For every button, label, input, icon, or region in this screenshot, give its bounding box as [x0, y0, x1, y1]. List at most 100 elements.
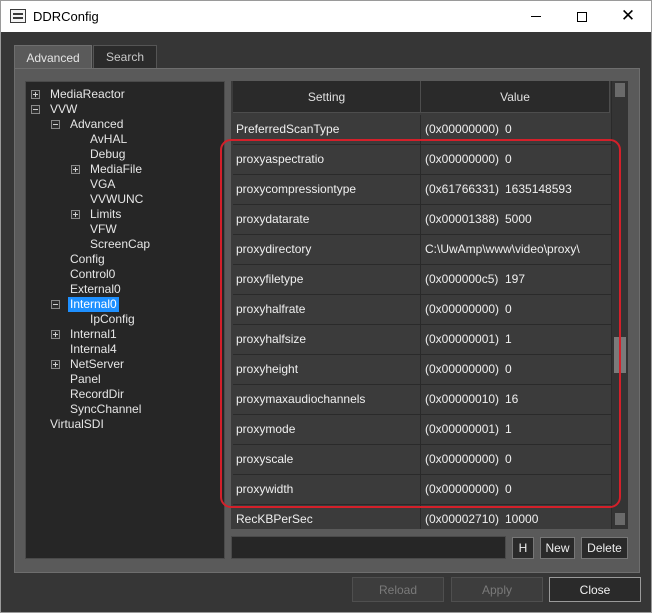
setting-value-cell[interactable]: (0x00000010) 16	[422, 385, 611, 414]
table-row[interactable]: proxycompressiontype (0x61766331) 16351485…	[233, 175, 611, 205]
table-row[interactable]: proxydatarate (0x00001388) 5000	[233, 205, 611, 235]
decimal-value: 1635148593	[505, 182, 572, 196]
setting-value-cell[interactable]: (0x61766331) 1635148593	[422, 175, 611, 204]
table-row[interactable]: proxyscale (0x00000000) 0	[233, 445, 611, 475]
setting-name-cell[interactable]: proxyhalfsize	[233, 325, 421, 354]
table-row[interactable]: RecKBPerSec (0x00002710) 10000	[233, 505, 611, 529]
setting-name-cell[interactable]: RecKBPerSec	[233, 505, 421, 529]
setting-name-cell[interactable]: proxymode	[233, 415, 421, 444]
table-row[interactable]: proxyaspectratio (0x00000000) 0	[233, 145, 611, 175]
setting-value-cell[interactable]: (0x000000c5) 197	[422, 265, 611, 294]
setting-value-cell[interactable]: (0x00001388) 5000	[422, 205, 611, 234]
h-button[interactable]: H	[512, 537, 534, 559]
settings-grid[interactable]: Setting Value PreferredScanType (0x000000…	[231, 81, 628, 529]
tree-node[interactable]: Advanced	[70, 117, 123, 132]
table-row[interactable]: PreferredScanType (0x00000000) 0	[233, 115, 611, 145]
setting-value-cell[interactable]: (0x00000000) 0	[422, 355, 611, 384]
column-header-value[interactable]: Value	[421, 81, 610, 113]
setting-name-cell[interactable]: proxyscale	[233, 445, 421, 474]
table-row[interactable]: proxyheight (0x00000000) 0	[233, 355, 611, 385]
reload-button[interactable]: Reload	[352, 577, 444, 602]
scroll-up-arrow[interactable]	[615, 83, 625, 97]
scroll-down-arrow[interactable]	[615, 513, 625, 525]
setting-name-cell[interactable]: proxywidth	[233, 475, 421, 504]
collapse-icon[interactable]	[31, 105, 40, 114]
hex-value: (0x00000000)	[425, 302, 500, 316]
tree-node[interactable]: NetServer	[70, 357, 124, 372]
tab-advanced[interactable]: Advanced	[14, 45, 92, 69]
tree-node[interactable]: VirtualSDI	[50, 417, 104, 432]
hex-value: (0x00002710)	[425, 512, 500, 526]
expand-icon[interactable]	[51, 360, 60, 369]
setting-value-cell[interactable]: (0x00000000) 0	[422, 145, 611, 174]
tree-node[interactable]: ScreenCap	[90, 237, 150, 252]
setting-name-cell[interactable]: PreferredScanType	[233, 115, 421, 144]
collapse-icon[interactable]	[51, 120, 60, 129]
expand-icon[interactable]	[31, 90, 40, 99]
tree-node[interactable]: Panel	[70, 372, 101, 387]
tree-node[interactable]: MediaFile	[90, 162, 142, 177]
setting-name-cell[interactable]: proxyaspectratio	[233, 145, 421, 174]
settings-tree[interactable]: MediaReactor VVW Advanced AvHAL Debug MediaFi…	[25, 81, 225, 559]
setting-value-cell[interactable]: C:\UwAmp\www\video\proxy\	[422, 235, 611, 264]
tree-node[interactable]: Control0	[70, 267, 115, 282]
setting-value-cell[interactable]: (0x00002710) 10000	[422, 505, 611, 529]
expand-icon[interactable]	[71, 165, 80, 174]
table-row[interactable]: proxyhalfrate (0x00000000) 0	[233, 295, 611, 325]
hex-value: (0x00000000)	[425, 362, 500, 376]
setting-value-cell[interactable]: (0x00000000) 0	[422, 445, 611, 474]
tab-search[interactable]: Search	[93, 45, 157, 69]
tree-node[interactable]: MediaReactor	[50, 87, 125, 102]
setting-name-cell[interactable]: proxyheight	[233, 355, 421, 384]
tree-node[interactable]: RecordDir	[70, 387, 124, 402]
table-row[interactable]: proxydirectory C:\UwAmp\www\video\proxy\	[233, 235, 611, 265]
tree-node[interactable]: Internal1	[70, 327, 117, 342]
tree-node[interactable]: Debug	[90, 147, 125, 162]
close-window-button[interactable]: ✕	[605, 1, 651, 32]
tree-node[interactable]: Limits	[90, 207, 121, 222]
tree-node[interactable]: AvHAL	[90, 132, 127, 147]
table-row[interactable]: proxyfiletype (0x000000c5) 197	[233, 265, 611, 295]
table-row[interactable]: proxywidth (0x00000000) 0	[233, 475, 611, 505]
close-button[interactable]: Close	[549, 577, 641, 602]
setting-name-cell[interactable]: proxymaxaudiochannels	[233, 385, 421, 414]
vertical-scrollbar[interactable]	[611, 81, 628, 529]
table-row[interactable]: proxymaxaudiochannels (0x00000010) 16	[233, 385, 611, 415]
tree-node[interactable]: Internal4	[70, 342, 117, 357]
tree-node[interactable]: VFW	[90, 222, 117, 237]
delete-button[interactable]: Delete	[581, 537, 628, 559]
setting-name-cell[interactable]: proxyfiletype	[233, 265, 421, 294]
setting-value-cell[interactable]: (0x00000000) 0	[422, 115, 611, 144]
new-button[interactable]: New	[540, 537, 575, 559]
tree-node[interactable]: SyncChannel	[70, 402, 141, 417]
table-row[interactable]: proxyhalfsize (0x00000001) 1	[233, 325, 611, 355]
scroll-thumb[interactable]	[614, 337, 626, 373]
setting-name-cell[interactable]: proxyhalfrate	[233, 295, 421, 324]
tree-node[interactable]: External0	[70, 282, 121, 297]
column-header-setting[interactable]: Setting	[233, 81, 421, 113]
tree-node[interactable]: VGA	[90, 177, 115, 192]
expand-icon[interactable]	[71, 210, 80, 219]
value-edit-field[interactable]	[231, 536, 506, 559]
table-row[interactable]: proxymode (0x00000001) 1	[233, 415, 611, 445]
setting-name-cell[interactable]: proxycompressiontype	[233, 175, 421, 204]
apply-button[interactable]: Apply	[451, 577, 543, 602]
tree-node[interactable]: IpConfig	[90, 312, 135, 327]
decimal-value: 197	[505, 272, 526, 286]
setting-value-cell[interactable]: (0x00000000) 0	[422, 475, 611, 504]
tree-node[interactable]: Config	[70, 252, 105, 267]
setting-name-cell[interactable]: proxydirectory	[233, 235, 421, 264]
hex-value: (0x61766331)	[425, 182, 500, 196]
setting-value-cell[interactable]: (0x00000000) 0	[422, 295, 611, 324]
maximize-button[interactable]	[559, 1, 605, 32]
app-icon	[10, 9, 26, 23]
collapse-icon[interactable]	[51, 300, 60, 309]
tree-node[interactable]: VVW	[50, 102, 77, 117]
tree-node[interactable]: Internal0	[68, 297, 119, 312]
setting-value-cell[interactable]: (0x00000001) 1	[422, 415, 611, 444]
tree-node[interactable]: VVWUNC	[90, 192, 143, 207]
expand-icon[interactable]	[51, 330, 60, 339]
setting-name-cell[interactable]: proxydatarate	[233, 205, 421, 234]
minimize-button[interactable]	[513, 1, 559, 32]
setting-value-cell[interactable]: (0x00000001) 1	[422, 325, 611, 354]
